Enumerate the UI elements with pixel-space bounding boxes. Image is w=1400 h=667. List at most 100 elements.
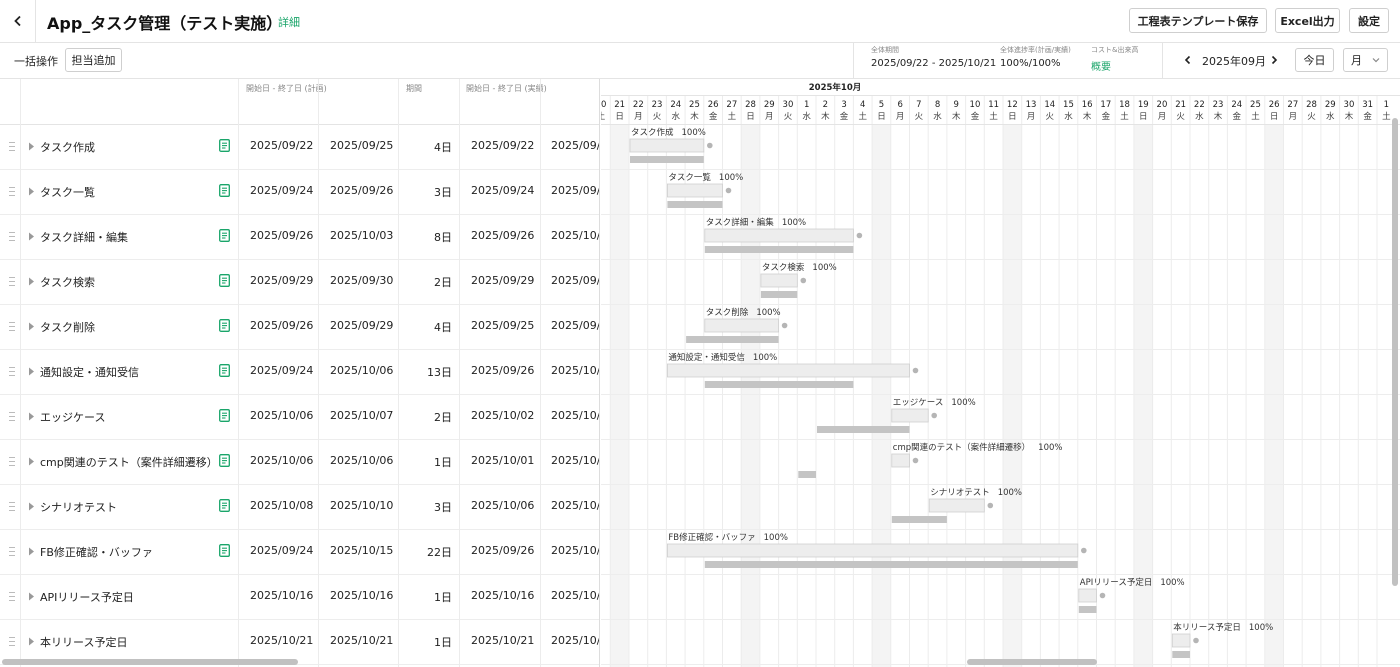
actual-bar[interactable]: [798, 471, 816, 478]
actual-end-date[interactable]: 2025/10/08: [551, 499, 599, 512]
actual-start-date[interactable]: 2025/10/21: [471, 634, 534, 647]
document-icon[interactable]: [219, 184, 230, 197]
actual-start-date[interactable]: 2025/10/16: [471, 589, 534, 602]
plan-end-date[interactable]: 2025/10/16: [330, 589, 393, 602]
plan-start-date[interactable]: 2025/09/24: [250, 544, 313, 557]
actual-start-date[interactable]: 2025/09/26: [471, 364, 534, 377]
gantt-horizontal-scrollbar[interactable]: [967, 659, 1097, 665]
expand-caret-icon[interactable]: [28, 187, 35, 196]
gantt-vertical-scrollbar[interactable]: [1392, 118, 1398, 586]
actual-bar[interactable]: [1172, 651, 1190, 658]
plan-end-date[interactable]: 2025/09/30: [330, 274, 393, 287]
expand-caret-icon[interactable]: [28, 277, 35, 286]
plan-end-date[interactable]: 2025/10/03: [330, 229, 393, 242]
actual-end-date[interactable]: 2025/10/01: [551, 454, 599, 467]
expand-caret-icon[interactable]: [28, 412, 35, 421]
drag-handle-icon[interactable]: [9, 186, 15, 197]
table-row[interactable]: タスク検索 2025/09/29 2025/09/30 2日 2025/09/29 202…: [0, 260, 599, 305]
table-row[interactable]: cmp関連のテスト（案件詳細遷移） 2025/10/06 2025/10/06 1日 2…: [0, 440, 599, 485]
plan-end-date[interactable]: 2025/10/10: [330, 499, 393, 512]
actual-start-date[interactable]: 2025/09/26: [471, 229, 534, 242]
plan-start-date[interactable]: 2025/10/06: [250, 454, 313, 467]
plan-end-date[interactable]: 2025/09/29: [330, 319, 393, 332]
table-row[interactable]: APIリリース予定日 2025/10/16 2025/10/16 1日 2025/10/…: [0, 575, 599, 620]
next-month-button[interactable]: [1265, 49, 1283, 71]
actual-end-date[interactable]: 2025/10/21: [551, 634, 599, 647]
task-name[interactable]: タスク一覧: [40, 184, 95, 200]
plan-end-date[interactable]: 2025/10/07: [330, 409, 393, 422]
plan-start-date[interactable]: 2025/09/22: [250, 139, 313, 152]
drag-handle-icon[interactable]: [9, 456, 15, 467]
document-icon[interactable]: [219, 409, 230, 422]
document-icon[interactable]: [219, 319, 230, 332]
task-name[interactable]: APIリリース予定日: [40, 589, 134, 605]
template-save-button[interactable]: 工程表テンプレート保存: [1129, 8, 1267, 33]
actual-bar[interactable]: [760, 291, 798, 298]
plan-start-date[interactable]: 2025/10/08: [250, 499, 313, 512]
expand-caret-icon[interactable]: [28, 502, 35, 511]
plan-end-date[interactable]: 2025/10/06: [330, 454, 393, 467]
drag-handle-icon[interactable]: [9, 546, 15, 557]
dependency-handle[interactable]: [781, 322, 788, 329]
table-row[interactable]: タスク詳細・編集 2025/09/26 2025/10/03 8日 2025/09/26…: [0, 215, 599, 260]
actual-bar[interactable]: [891, 516, 947, 523]
expand-caret-icon[interactable]: [28, 637, 35, 646]
plan-start-date[interactable]: 2025/09/29: [250, 274, 313, 287]
dependency-handle[interactable]: [1081, 547, 1087, 554]
actual-bar[interactable]: [667, 201, 723, 208]
actual-end-date[interactable]: 2025/10/15: [551, 544, 599, 557]
plan-bar[interactable]: [928, 498, 985, 513]
plan-bar[interactable]: [667, 543, 1079, 558]
dependency-handle[interactable]: [1099, 592, 1106, 599]
table-row[interactable]: FB修正確認・バッファ 2025/09/24 2025/10/15 22日 2025/0…: [0, 530, 599, 575]
plan-bar[interactable]: [891, 453, 910, 468]
document-icon[interactable]: [219, 229, 230, 242]
settings-button[interactable]: 設定: [1349, 8, 1389, 33]
actual-end-date[interactable]: 2025/09/25: [551, 139, 599, 152]
task-name[interactable]: エッジケース: [40, 409, 105, 425]
task-name[interactable]: FB修正確認・バッファ: [40, 544, 153, 560]
prev-month-button[interactable]: [1179, 49, 1197, 71]
plan-start-date[interactable]: 2025/10/21: [250, 634, 313, 647]
document-icon[interactable]: [219, 139, 230, 152]
dependency-handle[interactable]: [931, 412, 937, 419]
plan-end-date[interactable]: 2025/09/25: [330, 139, 393, 152]
actual-bar[interactable]: [704, 561, 1078, 568]
plan-start-date[interactable]: 2025/09/26: [250, 229, 313, 242]
actual-bar[interactable]: [686, 336, 779, 343]
actual-bar[interactable]: [704, 381, 854, 388]
plan-bar[interactable]: [667, 363, 910, 378]
table-row[interactable]: シナリオテスト 2025/10/08 2025/10/10 3日 2025/10/06 2…: [0, 485, 599, 530]
plan-end-date[interactable]: 2025/10/21: [330, 634, 393, 647]
actual-bar[interactable]: [1078, 606, 1097, 613]
dependency-handle[interactable]: [856, 232, 863, 239]
plan-end-date[interactable]: 2025/09/26: [330, 184, 393, 197]
document-icon[interactable]: [219, 274, 230, 287]
task-name[interactable]: 通知設定・通知受信: [40, 364, 139, 380]
task-name[interactable]: タスク詳細・編集: [40, 229, 128, 245]
document-icon[interactable]: [219, 454, 230, 467]
dependency-handle[interactable]: [725, 187, 732, 194]
table-horizontal-scrollbar[interactable]: [2, 659, 298, 665]
expand-caret-icon[interactable]: [28, 142, 35, 151]
dependency-handle[interactable]: [1193, 637, 1199, 644]
drag-handle-icon[interactable]: [9, 276, 15, 287]
plan-bar[interactable]: [704, 318, 780, 333]
actual-start-date[interactable]: 2025/09/29: [471, 274, 534, 287]
plan-start-date[interactable]: 2025/09/26: [250, 319, 313, 332]
dependency-handle[interactable]: [912, 457, 919, 464]
plan-end-date[interactable]: 2025/10/06: [330, 364, 393, 377]
plan-bar[interactable]: [1171, 633, 1191, 648]
task-name[interactable]: シナリオテスト: [40, 499, 117, 515]
actual-bar[interactable]: [817, 426, 910, 433]
dependency-handle[interactable]: [800, 277, 807, 284]
actual-end-date[interactable]: 2025/09/29: [551, 319, 599, 332]
plan-end-date[interactable]: 2025/10/15: [330, 544, 393, 557]
actual-end-date[interactable]: 2025/10/16: [551, 589, 599, 602]
document-icon[interactable]: [219, 544, 230, 557]
actual-bar[interactable]: [704, 246, 854, 253]
add-assignee-button[interactable]: 担当追加: [65, 48, 122, 72]
today-button[interactable]: 今日: [1295, 48, 1334, 72]
document-icon[interactable]: [219, 499, 230, 512]
plan-bar[interactable]: [891, 408, 929, 423]
